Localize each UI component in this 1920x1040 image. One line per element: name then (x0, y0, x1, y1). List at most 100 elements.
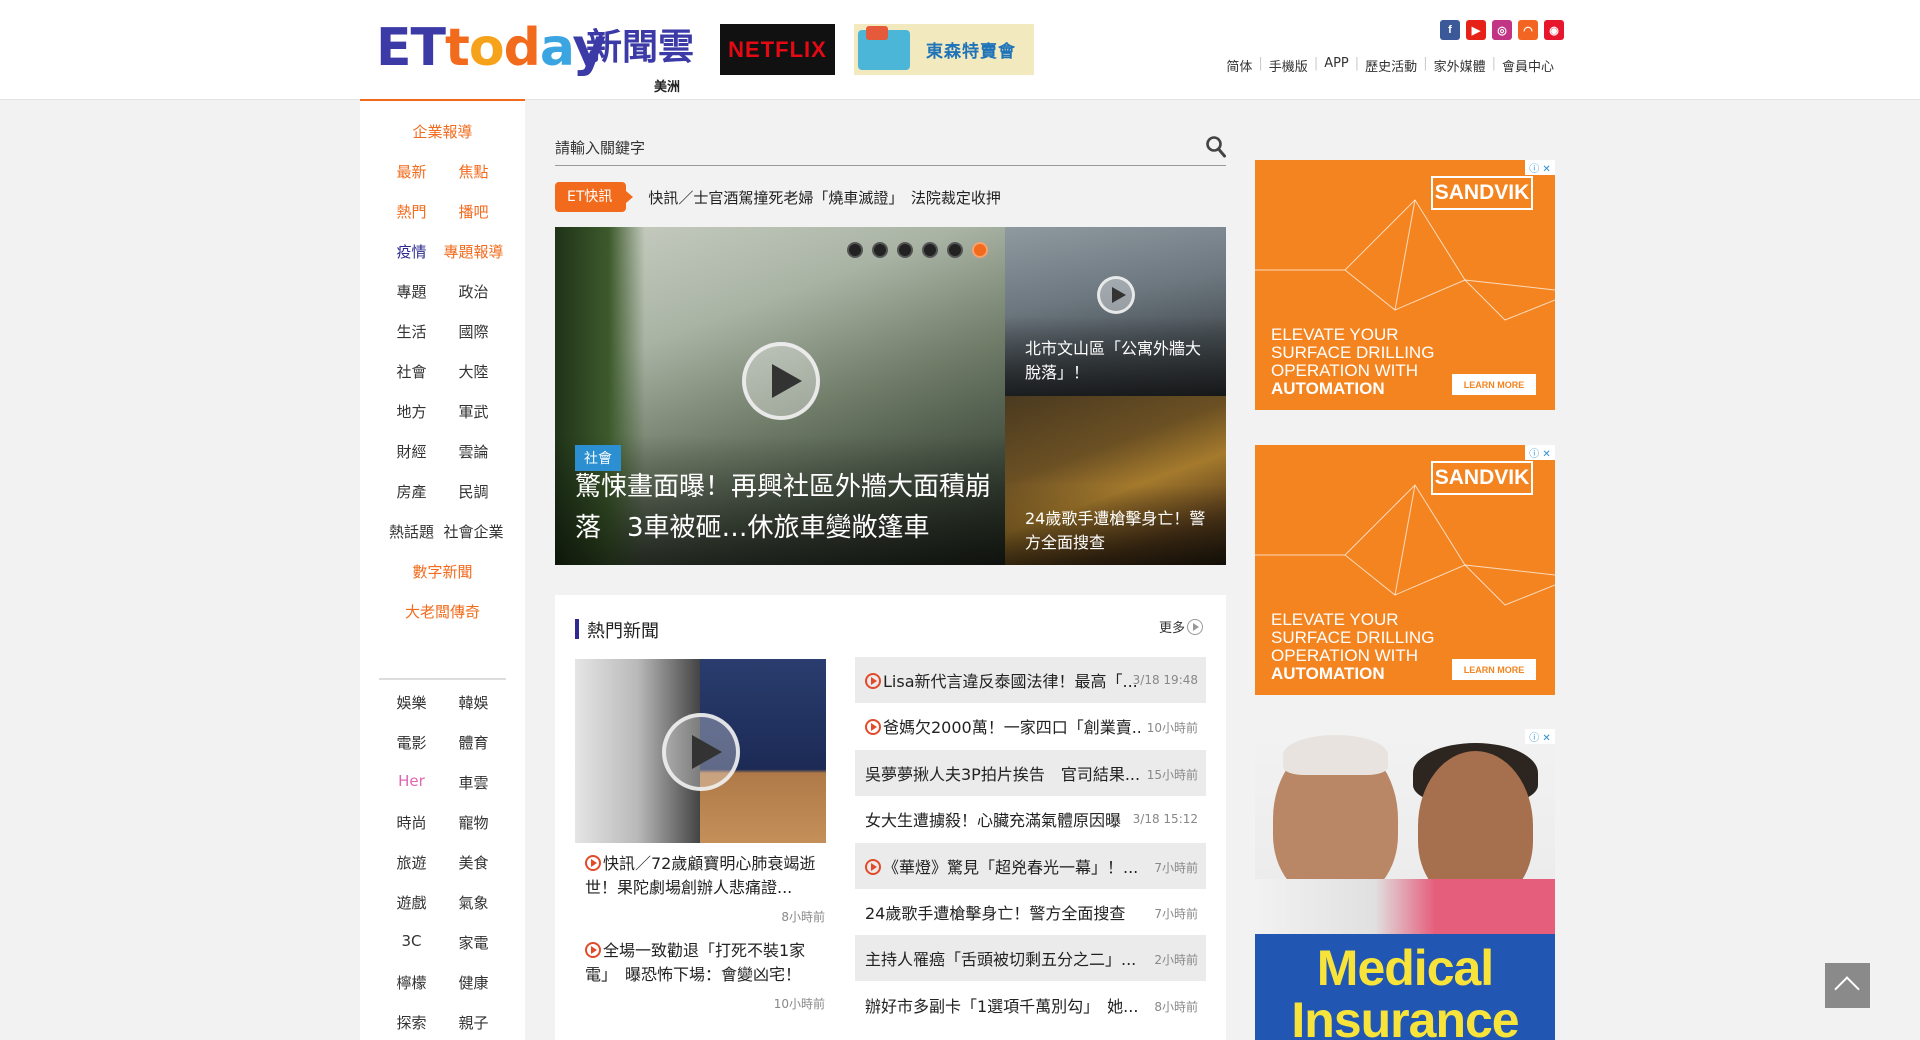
ticker-badge: ET快訊 (555, 182, 634, 212)
netflix-banner-ad[interactable]: NETFLIX (720, 24, 835, 75)
search-input[interactable] (555, 135, 1175, 161)
nav-item[interactable]: 企業報導 (412, 121, 472, 145)
nav-item[interactable]: 探索 (381, 1012, 443, 1036)
nav-item[interactable]: 遊戲 (381, 892, 443, 916)
carousel-dot[interactable] (947, 242, 963, 258)
back-to-top-button[interactable] (1825, 963, 1870, 1008)
topnav-item[interactable]: 會員中心 (1496, 56, 1560, 75)
nav-item[interactable]: 專題報導 (443, 241, 505, 265)
facebook-icon[interactable]: f (1440, 20, 1460, 40)
nav-item[interactable]: 健康 (443, 972, 505, 996)
nav-item[interactable]: 氣象 (443, 892, 505, 916)
ad-headline: Medical Insurance (1291, 940, 1519, 1040)
nav-item[interactable]: 熱門 (381, 201, 443, 225)
nav-item[interactable]: Her (381, 772, 443, 796)
ticker-headline[interactable]: 快訊／士官酒駕撞死老婦「燒車滅證」 法院裁定收押 (648, 187, 1001, 208)
sandvik-ad[interactable]: ⓘ ✕ SANDVIK ELEVATE YOUR SURFACE DRILLIN… (1255, 445, 1555, 695)
nav-item[interactable]: 播吧 (443, 201, 505, 225)
nav-item[interactable]: 親子 (443, 1012, 505, 1036)
ad-choices-icon[interactable]: ⓘ ✕ (1525, 445, 1555, 460)
ad-choices-icon[interactable]: ⓘ ✕ (1525, 160, 1555, 175)
nav-item[interactable]: 大老闆傳奇 (405, 601, 480, 625)
nav-item[interactable]: 房產 (381, 481, 443, 505)
nav-item[interactable]: 雲論 (443, 441, 505, 465)
nav-item[interactable]: 大陸 (443, 361, 505, 385)
sale-banner-ad[interactable]: 東森特賣會 (854, 24, 1034, 75)
hot-news-headline: 《華燈》驚見「超兇春光一幕」！... (865, 854, 1140, 878)
nav-item[interactable]: 社會 (381, 361, 443, 385)
hot-lead-headline[interactable]: 全場一致勸退「打死不裝1家電」 曝恐怖下場：會變凶宅！ (585, 939, 825, 987)
hot-news-item[interactable]: 《華燈》驚見「超兇春光一幕」！... 7小時前 (855, 842, 1206, 889)
nav-item[interactable]: 軍武 (443, 401, 505, 425)
ad-choices-icon[interactable]: ⓘ ✕ (1525, 729, 1555, 744)
ad-copy: ELEVATE YOUR SURFACE DRILLING OPERATION … (1271, 610, 1435, 683)
nav-item[interactable]: 檸檬 (381, 972, 443, 996)
nav-item[interactable]: 寵物 (443, 812, 505, 836)
nav-item[interactable]: 專題 (381, 281, 443, 305)
play-icon[interactable] (1097, 276, 1135, 314)
nav-item[interactable]: 政治 (443, 281, 505, 305)
hot-news-item[interactable]: 24歲歌手遭槍擊身亡！警方全面搜查 7小時前 (855, 889, 1206, 935)
more-link[interactable]: 更多 (1159, 617, 1204, 636)
sandvik-ad[interactable]: ⓘ ✕ SANDVIK ELEVATE YOUR SURFACE DRILLIN… (1255, 160, 1555, 410)
instagram-icon[interactable]: ◎ (1492, 20, 1512, 40)
hot-lead-headline[interactable]: 快訊／72歲顧寶明心肺衰竭逝世！果陀劇場創辦人悲痛證... (585, 852, 825, 900)
carousel-dot[interactable] (897, 242, 913, 258)
nav-item[interactable]: 熱話題 (381, 521, 443, 545)
nav-item[interactable]: 社會企業 (443, 521, 505, 545)
nav-item[interactable]: 最新 (381, 161, 443, 185)
nav-item[interactable]: 車雲 (443, 772, 505, 796)
nav-item[interactable]: 時尚 (381, 812, 443, 836)
weibo-icon[interactable]: ◉ (1544, 20, 1564, 40)
hero-headline[interactable]: 驚悚畫面曝！再興社區外牆大面積崩落 3車被砸…休旅車變敞篷車 (575, 467, 995, 549)
nav-item[interactable]: 財經 (381, 441, 443, 465)
hot-news-headline: 女大生遭擄殺！心臟充滿氣體原因曝 (865, 811, 1122, 831)
carousel-dot[interactable] (972, 242, 988, 258)
side-story-headline[interactable]: 24歲歌手遭槍擊身亡！警方全面搜查 (1025, 507, 1215, 555)
hot-news-item[interactable]: 爸媽欠2000萬！一家四口「創業賣... 10小時前 (855, 703, 1206, 749)
hot-news-item[interactable]: 吳夢夢揪人夫3P拍片挨告 官司結果... 15小時前 (855, 749, 1206, 796)
nav-row: 旅遊 美食 (360, 852, 525, 876)
insurance-ad[interactable]: Medical Insurance ⓘ ✕ (1255, 729, 1555, 1040)
top-nav: 简体 | 手機版 | APP | 歷史活動 | 家外媒體 | 會員中心 (1226, 56, 1560, 75)
nav-item[interactable]: 地方 (381, 401, 443, 425)
nav-item[interactable]: 生活 (381, 321, 443, 345)
topnav-item[interactable]: 简体 (1220, 56, 1258, 75)
nav-row: 疫情 專題報導 (360, 241, 525, 265)
play-icon[interactable] (662, 713, 740, 791)
nav-item[interactable]: 旅遊 (381, 852, 443, 876)
nav-item[interactable]: 國際 (443, 321, 505, 345)
hot-news-item[interactable]: 主持人罹癌「舌頭被切剩五分之二」... 2小時前 (855, 935, 1206, 982)
youtube-icon[interactable]: ▶ (1466, 20, 1486, 40)
nav-item[interactable]: 數字新聞 (412, 561, 472, 585)
nav-item[interactable]: 家電 (443, 932, 505, 956)
carousel-dot[interactable] (872, 242, 888, 258)
search-icon[interactable] (1206, 136, 1226, 158)
nav-item[interactable]: 美食 (443, 852, 505, 876)
nav-item[interactable]: 體育 (443, 732, 505, 756)
topnav-item[interactable]: 家外媒體 (1428, 56, 1492, 75)
learn-more-button[interactable]: LEARN MORE (1452, 659, 1536, 680)
topnav-item[interactable]: APP (1318, 56, 1355, 75)
hot-news-item[interactable]: 女大生遭擄殺！心臟充滿氣體原因曝 3/18 15:12 (855, 796, 1206, 842)
topnav-item[interactable]: 手機版 (1263, 56, 1314, 75)
nav-row: 企業報導 (360, 121, 525, 145)
learn-more-button[interactable]: LEARN MORE (1452, 374, 1536, 395)
carousel-dot[interactable] (847, 242, 863, 258)
nav-item[interactable]: 韓娛 (443, 692, 505, 716)
nav-item[interactable]: 民調 (443, 481, 505, 505)
nav-item[interactable]: 3C (381, 932, 443, 956)
hot-news-title: 熱門新聞 (587, 621, 659, 642)
nav-item[interactable]: 娛樂 (381, 692, 443, 716)
hot-news-item[interactable]: 辦好市多副卡「1選項千萬別勾」 她... 8小時前 (855, 982, 1206, 1028)
nav-item[interactable]: 焦點 (443, 161, 505, 185)
edition-label[interactable]: 美洲 (654, 76, 680, 95)
play-icon[interactable] (742, 342, 820, 420)
rss-icon[interactable]: ◠ (1518, 20, 1538, 40)
nav-item[interactable]: 疫情 (381, 241, 443, 265)
nav-item[interactable]: 電影 (381, 732, 443, 756)
hot-news-item[interactable]: Lisa新代言違反泰國法律！最高「... 3/18 19:48 (855, 657, 1206, 703)
carousel-dot[interactable] (922, 242, 938, 258)
side-story-headline[interactable]: 北市文山區「公寓外牆大脫落」！ (1025, 337, 1215, 385)
topnav-item[interactable]: 歷史活動 (1359, 56, 1423, 75)
